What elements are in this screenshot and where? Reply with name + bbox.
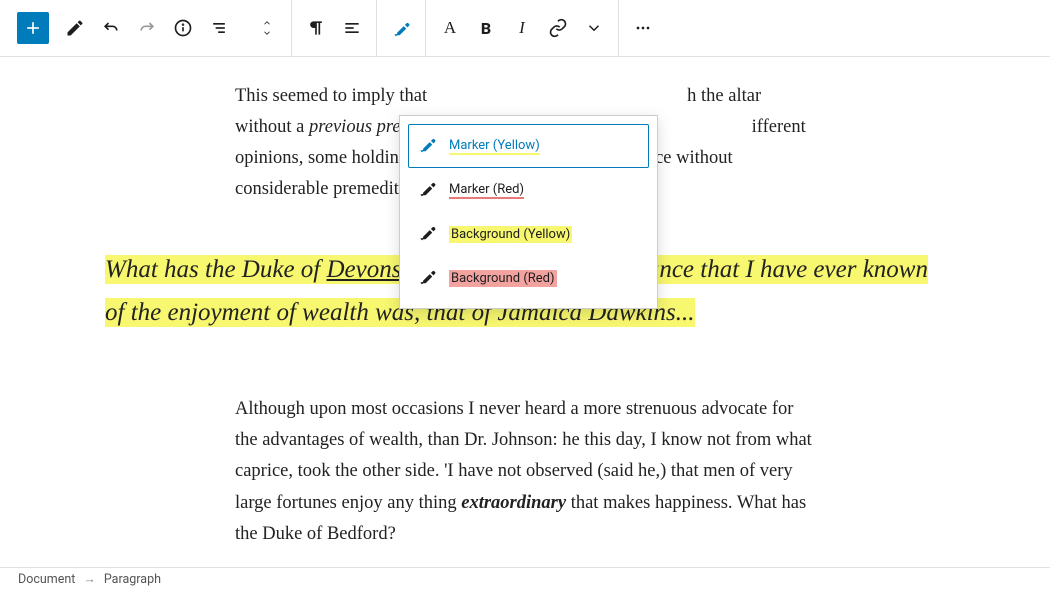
highlight-option-label: Marker (Red) bbox=[449, 182, 524, 199]
plus-icon bbox=[23, 18, 43, 38]
toolbar-group-insert bbox=[11, 0, 243, 56]
toolbar-group-format: A B I bbox=[426, 0, 619, 56]
italic-button[interactable]: I bbox=[504, 10, 540, 46]
outline-button[interactable] bbox=[201, 10, 237, 46]
block-toolbar: A B I bbox=[0, 0, 1050, 57]
link-icon bbox=[548, 18, 568, 38]
outline-icon bbox=[209, 18, 229, 38]
link-button[interactable] bbox=[540, 10, 576, 46]
toolbar-group-block bbox=[292, 0, 377, 56]
ellipsis-icon bbox=[633, 18, 653, 38]
highlighter-icon bbox=[417, 266, 437, 290]
text: What has the Duke of bbox=[105, 256, 326, 283]
text-bold-italic: extraordinary bbox=[461, 493, 566, 513]
paragraph-block[interactable]: Although upon most occasions I never hea… bbox=[105, 394, 945, 549]
chevron-down-icon bbox=[585, 19, 603, 37]
highlighter-icon bbox=[417, 222, 437, 246]
move-button[interactable] bbox=[249, 10, 285, 46]
breadcrumb-separator-icon: → bbox=[83, 572, 96, 587]
italic-icon: I bbox=[519, 18, 525, 38]
text: This seemed to imply that bbox=[235, 86, 427, 106]
highlight-dropdown: Marker (Yellow) Marker (Red) Background (Y… bbox=[399, 115, 658, 309]
add-block-button[interactable] bbox=[17, 12, 49, 44]
highlighter-icon bbox=[417, 134, 437, 158]
editor-canvas: This seemed to imply thath the altar wit… bbox=[0, 57, 1050, 567]
highlight-button[interactable] bbox=[383, 10, 419, 46]
more-rich-button[interactable] bbox=[576, 10, 612, 46]
redo-button[interactable] bbox=[129, 10, 165, 46]
highlight-option-label: Background (Red) bbox=[449, 270, 557, 287]
highlight-option[interactable]: Background (Yellow) bbox=[408, 212, 649, 256]
info-button[interactable] bbox=[165, 10, 201, 46]
highlight-option-label: Marker (Yellow) bbox=[449, 138, 540, 155]
highlight-option[interactable]: Background (Red) bbox=[408, 256, 649, 300]
toolbar-group-highlight bbox=[377, 0, 426, 56]
align-button[interactable] bbox=[334, 10, 370, 46]
block-breadcrumb: Document → Paragraph bbox=[0, 567, 1050, 591]
block-type-button[interactable] bbox=[298, 10, 334, 46]
text-color-icon: A bbox=[444, 18, 456, 38]
highlight-option-label: Background (Yellow) bbox=[449, 226, 572, 243]
text-color-button[interactable]: A bbox=[432, 10, 468, 46]
undo-icon bbox=[101, 18, 121, 38]
breadcrumb-current[interactable]: Paragraph bbox=[104, 572, 161, 587]
chevron-down-icon bbox=[260, 28, 274, 38]
chevron-up-icon bbox=[260, 18, 274, 28]
bold-icon: B bbox=[481, 19, 491, 38]
highlighter-icon bbox=[391, 18, 411, 38]
info-icon bbox=[173, 18, 193, 38]
bold-button[interactable]: B bbox=[468, 10, 504, 46]
breadcrumb-root[interactable]: Document bbox=[18, 572, 75, 587]
pilcrow-icon bbox=[306, 18, 326, 38]
highlight-option[interactable]: Marker (Red) bbox=[408, 168, 649, 212]
toolbar-group-more bbox=[619, 0, 667, 56]
redo-icon bbox=[137, 18, 157, 38]
more-options-button[interactable] bbox=[625, 10, 661, 46]
highlighter-icon bbox=[417, 178, 437, 202]
align-icon bbox=[342, 18, 362, 38]
toolbar-group-move bbox=[243, 0, 292, 56]
edit-button[interactable] bbox=[57, 10, 93, 46]
undo-button[interactable] bbox=[93, 10, 129, 46]
highlight-option[interactable]: Marker (Yellow) bbox=[408, 124, 649, 168]
pencil-icon bbox=[65, 18, 85, 38]
